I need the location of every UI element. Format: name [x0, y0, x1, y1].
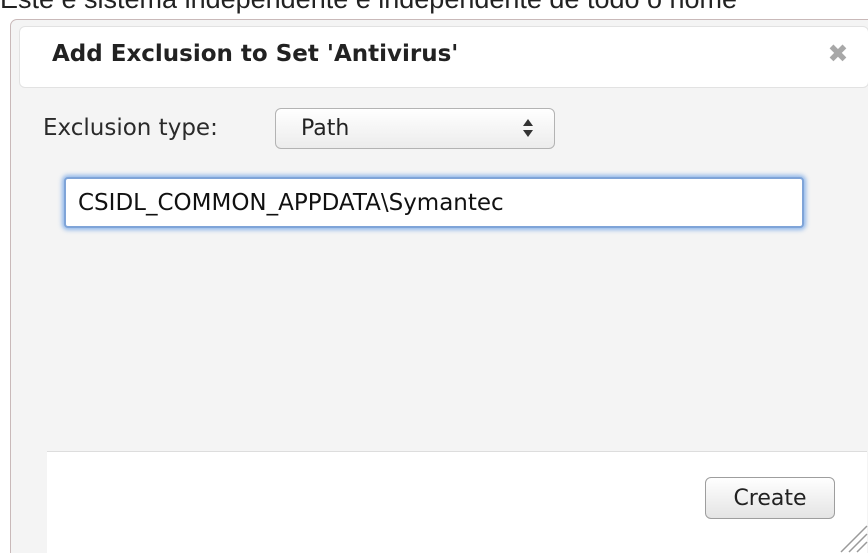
exclusion-type-label: Exclusion type: — [43, 115, 218, 141]
dialog-title: Add Exclusion to Set 'Antivirus' — [52, 41, 459, 67]
exclusion-type-select[interactable]: Path — [275, 108, 555, 149]
page: Este é sistema independente e independen… — [0, 0, 868, 553]
up-down-arrows-icon — [523, 119, 533, 137]
exclusion-type-value: Path — [301, 116, 350, 141]
background-text: Este é sistema independente e independen… — [0, 0, 737, 15]
dialog-footer: Create — [47, 451, 867, 553]
close-icon[interactable]: ✖ — [823, 39, 853, 69]
create-button[interactable]: Create — [705, 477, 835, 519]
add-exclusion-dialog: Add Exclusion to Set 'Antivirus' ✖ Exclu… — [10, 19, 868, 553]
dialog-titlebar: Add Exclusion to Set 'Antivirus' ✖ — [19, 26, 868, 88]
resize-grip-icon[interactable] — [836, 521, 868, 553]
path-input[interactable] — [64, 177, 804, 228]
